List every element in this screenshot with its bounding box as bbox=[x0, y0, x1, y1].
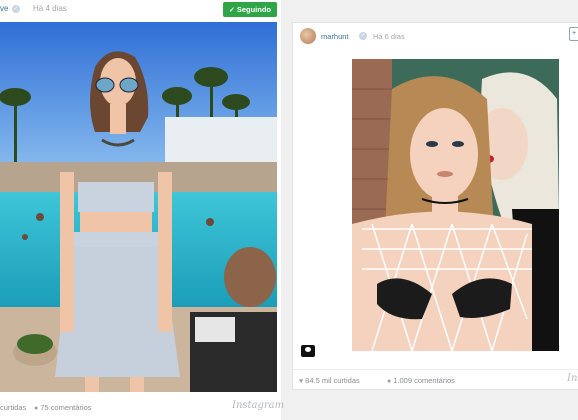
comments-count[interactable]: ● 75 comentários bbox=[34, 403, 92, 412]
likes-count[interactable]: curtidas bbox=[0, 403, 26, 412]
username-link[interactable]: ve bbox=[0, 4, 8, 13]
comment-bubble-icon: ● bbox=[387, 378, 392, 385]
verified-badge-icon: ✓ bbox=[12, 5, 20, 13]
feed: ve ✓ Há 4 dias ✓ Seguindo curtidas ● 75 … bbox=[0, 0, 578, 420]
following-button[interactable]: ✓ Seguindo bbox=[223, 2, 277, 17]
user-tag-icon[interactable] bbox=[301, 345, 315, 357]
following-label: Seguindo bbox=[236, 5, 272, 14]
likes-count[interactable]: ♥ 84.5 mil curtidas bbox=[299, 376, 360, 385]
checkmark-icon: ✓ bbox=[228, 7, 235, 14]
post-photo-left[interactable] bbox=[0, 22, 277, 392]
post-time[interactable]: Há 4 dias bbox=[33, 4, 67, 13]
verified-badge-icon: ✓ bbox=[359, 32, 367, 40]
comments-text: 1.009 comentários bbox=[393, 376, 455, 385]
post-header-left: ve ✓ Há 4 dias ✓ Seguindo bbox=[0, 0, 281, 20]
instagram-logo[interactable]: Ins bbox=[567, 373, 578, 384]
post-footer-right: ♥ 84.5 mil curtidas ● 1.009 comentários In… bbox=[293, 369, 578, 391]
post-card-right: marhunt ✓ Há 6 dias + ♥ 84.5 mil curtida… bbox=[292, 22, 578, 390]
likes-text: curtidas bbox=[0, 403, 27, 412]
username-link[interactable]: marhunt bbox=[321, 32, 349, 41]
comment-bubble-icon: ● bbox=[34, 405, 39, 412]
post-footer-left: curtidas ● 75 comentários Instagram bbox=[0, 398, 284, 420]
follow-button[interactable]: + bbox=[569, 27, 578, 41]
avatar[interactable] bbox=[300, 28, 316, 44]
post-photo-right[interactable] bbox=[352, 59, 559, 351]
instagram-logo[interactable]: Instagram bbox=[232, 400, 284, 411]
comments-count[interactable]: ● 1.009 comentários bbox=[387, 376, 455, 385]
post-card-left: ve ✓ Há 4 dias ✓ Seguindo curtidas ● 75 … bbox=[0, 0, 284, 420]
heart-icon[interactable]: ♥ bbox=[299, 378, 303, 385]
comments-text: 75 comentários bbox=[40, 403, 92, 412]
post-time[interactable]: Há 6 dias bbox=[373, 32, 405, 41]
likes-text: 84.5 mil curtidas bbox=[305, 376, 360, 385]
photo-left-illustration bbox=[0, 22, 277, 392]
photo-right-illustration bbox=[352, 59, 559, 351]
